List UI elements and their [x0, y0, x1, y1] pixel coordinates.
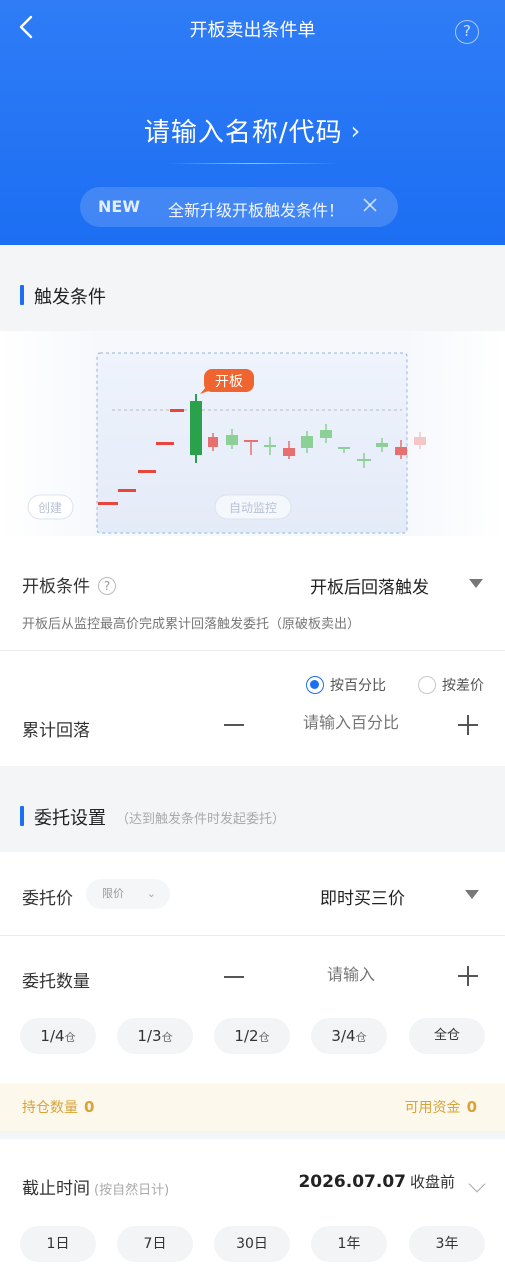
expiry-chip-1y[interactable]: 1年 — [311, 1226, 387, 1262]
auto-monitor-label: 自动监控 — [229, 501, 277, 515]
qty-chip-three-quarters[interactable]: 3/4仓 — [311, 1018, 387, 1054]
notice-text: 全新升级开板触发条件！ — [168, 201, 345, 220]
help-circle-icon[interactable]: ? — [98, 577, 116, 595]
radio-by-price-diff[interactable]: 按差价 — [418, 675, 484, 695]
open-condition-block: 开板条件? 开板后回落触发 开板后从监控最高价完成累计回落触发委托（原破板卖出） — [0, 536, 505, 650]
section-accent-bar — [20, 806, 24, 826]
limit-up-tick — [138, 470, 156, 473]
section-accent-bar — [20, 285, 24, 305]
expiry-date-picker[interactable]: 2026.07.07 收盘前 — [298, 1171, 455, 1192]
plus-icon[interactable] — [458, 966, 478, 986]
illustration-svg: 开板 创建 自动监控 — [0, 331, 505, 536]
trigger-illustration: 开板 创建 自动监控 — [0, 331, 505, 536]
expiry-chip-1d[interactable]: 1日 — [20, 1226, 96, 1262]
pullback-block: 按百分比 按差价 累计回落 — [0, 651, 505, 766]
order-price-label: 委托价 — [22, 889, 73, 909]
limit-up-tick — [98, 502, 118, 505]
notice-banner[interactable]: NEW 全新升级开板触发条件！ — [80, 187, 398, 227]
holdings-bar: 持仓数量 0 可用资金 0 — [0, 1083, 505, 1131]
limit-up-tick — [170, 409, 184, 412]
close-icon[interactable] — [362, 197, 378, 213]
order-section-subtitle: （达到触发条件时发起委托） — [116, 812, 286, 827]
pullback-percent-input[interactable] — [276, 713, 426, 732]
limit-up-tick — [156, 442, 174, 445]
expiry-block: 截止时间 (按自然日计) 1日 7日 30日 1年 3年 — [0, 1139, 505, 1280]
stock-search-entry[interactable]: 请输入名称/代码 › — [0, 112, 505, 149]
chevron-right-icon: › — [350, 117, 362, 145]
plus-icon[interactable] — [458, 715, 478, 735]
order-section-header: 委托设置 （达到触发条件时发起委托） — [0, 766, 505, 852]
radio-by-percent[interactable]: 按百分比 — [306, 675, 386, 695]
open-board-tag: 开板 — [200, 369, 254, 394]
limit-up-tick — [118, 489, 136, 492]
qty-chip-full[interactable]: 全仓 — [409, 1018, 485, 1054]
position-quantity: 持仓数量 0 — [22, 1098, 95, 1116]
search-prompt: 请输入名称/代码 — [143, 118, 343, 148]
open-board-tag-text: 开板 — [215, 374, 243, 390]
open-board-candle — [190, 401, 202, 455]
page-title: 开板卖出条件单 — [189, 20, 316, 41]
order-qty-label: 委托数量 — [22, 972, 90, 992]
new-badge: NEW — [98, 197, 140, 216]
trigger-section-title: 触发条件 — [34, 287, 106, 308]
available-funds: 可用资金 0 — [404, 1098, 477, 1116]
open-condition-label: 开板条件? — [22, 572, 116, 597]
radio-unchecked-icon — [418, 676, 436, 694]
expiry-chip-7d[interactable]: 7日 — [117, 1226, 193, 1262]
order-qty-input[interactable] — [276, 965, 426, 984]
order-price-select[interactable]: 即时买三价 — [320, 884, 405, 909]
minus-icon[interactable] — [224, 724, 244, 726]
price-type-select[interactable]: 限价 ⌄ — [86, 879, 170, 909]
expiry-chip-30d[interactable]: 30日 — [214, 1226, 290, 1262]
header: 开板卖出条件单 ? 请输入名称/代码 › NEW 全新升级开板触发条件！ — [0, 0, 505, 245]
create-label: 创建 — [38, 501, 62, 515]
qty-chip-third[interactable]: 1/3仓 — [117, 1018, 193, 1054]
expiry-chip-3y[interactable]: 3年 — [409, 1226, 485, 1262]
open-condition-select[interactable]: 开板后回落触发 — [310, 573, 429, 598]
order-price-block: 委托价 即时买三价 — [0, 852, 505, 935]
chevron-down-icon: ⌄ — [146, 887, 156, 900]
order-qty-block: 委托数量 1/4仓 1/3仓 1/2仓 3/4仓 全仓 — [0, 936, 505, 1083]
pullback-label: 累计回落 — [22, 721, 90, 741]
expiry-label: 截止时间 (按自然日计) — [22, 1179, 170, 1199]
caret-down-icon[interactable] — [465, 890, 479, 899]
qty-chip-half[interactable]: 1/2仓 — [214, 1018, 290, 1054]
order-section-title: 委托设置 — [34, 808, 106, 829]
qty-chip-quarter[interactable]: 1/4仓 — [20, 1018, 96, 1054]
open-condition-hint: 开板后从监控最高价完成累计回落触发委托（原破板卖出） — [22, 617, 361, 632]
radio-checked-icon — [306, 676, 324, 694]
help-icon[interactable]: ? — [455, 20, 479, 44]
caret-down-icon[interactable] — [469, 579, 483, 588]
search-underline — [168, 163, 338, 164]
trigger-section-header: 触发条件 — [0, 245, 505, 331]
minus-icon[interactable] — [224, 976, 244, 978]
